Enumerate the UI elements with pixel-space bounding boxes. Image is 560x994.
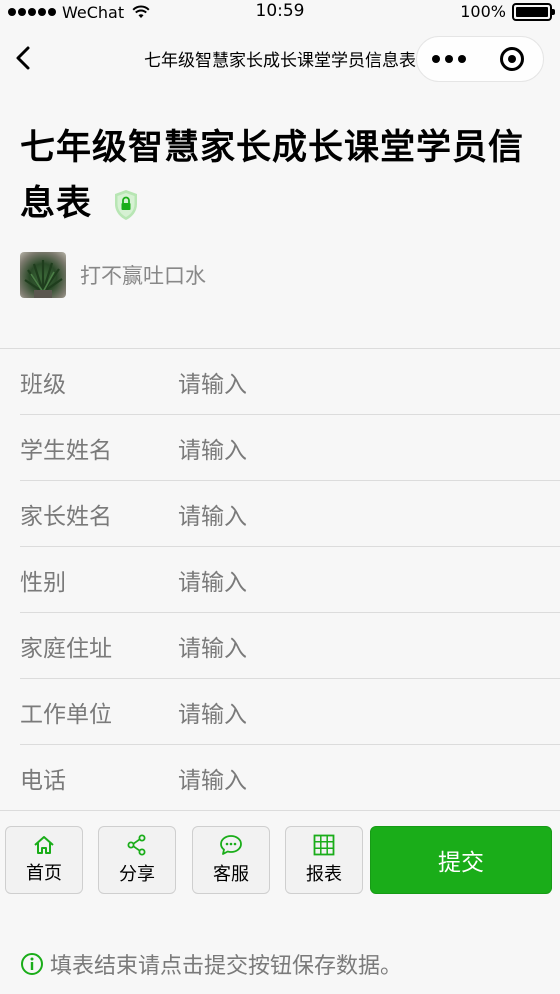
service-label: 客服 — [213, 864, 249, 885]
field-label: 家长姓名 — [20, 503, 112, 530]
battery-percent: 100% — [460, 2, 506, 21]
form-header: 七年级智慧家长成长课堂学员信息表 打不赢吐口水 — [0, 94, 560, 298]
field-gender[interactable]: 性别 请输入 — [20, 547, 560, 613]
field-label: 工作单位 — [20, 701, 112, 728]
home-label: 首页 — [26, 863, 62, 884]
report-button[interactable]: 报表 — [285, 826, 363, 894]
more-options-icon[interactable] — [417, 55, 480, 63]
info-icon — [21, 953, 43, 975]
author-name: 打不赢吐口水 — [80, 264, 206, 288]
field-label: 电话 — [20, 768, 66, 794]
field-class[interactable]: 班级 请输入 — [20, 349, 560, 415]
bottom-toolbar: 首页 分享 客服 报表 提交 — [0, 810, 560, 908]
field-label: 性别 — [20, 569, 66, 596]
work-unit-input[interactable]: 请输入 — [178, 695, 247, 729]
shield-lock-icon — [115, 190, 138, 220]
field-parent-name[interactable]: 家长姓名 请输入 — [20, 481, 560, 547]
share-icon — [127, 834, 146, 856]
submit-button[interactable]: 提交 — [370, 826, 552, 894]
service-button[interactable]: 客服 — [192, 826, 270, 894]
status-bar: WeChat 10:59 100% — [0, 0, 560, 24]
battery-group: 100% — [460, 2, 555, 21]
table-icon — [313, 834, 335, 856]
share-label: 分享 — [119, 864, 155, 885]
field-student-name[interactable]: 学生姓名 请输入 — [20, 415, 560, 481]
notice: 填表结束请点击提交按钮保存数据。 — [20, 948, 402, 980]
home-address-input[interactable]: 请输入 — [178, 629, 247, 663]
share-button[interactable]: 分享 — [98, 826, 176, 894]
class-input[interactable]: 请输入 — [178, 365, 247, 399]
plant-photo — [24, 260, 63, 298]
avatar — [20, 252, 66, 298]
field-phone[interactable]: 电话 请输入 — [20, 745, 560, 811]
parent-name-input[interactable]: 请输入 — [178, 497, 247, 531]
close-target-icon[interactable] — [480, 47, 543, 71]
nav-bar: 七年级智慧家长成长课堂学员信息表 — [0, 24, 560, 94]
field-home-address[interactable]: 家庭住址 请输入 — [20, 613, 560, 679]
home-button[interactable]: 首页 — [5, 826, 83, 894]
chat-icon — [220, 835, 242, 855]
form-title: 七年级智慧家长成长课堂学员信息表 — [20, 128, 525, 224]
mini-program-capsule — [416, 36, 544, 82]
field-label: 学生姓名 — [20, 437, 112, 464]
report-label: 报表 — [306, 864, 342, 885]
battery-icon — [512, 2, 555, 21]
field-work-unit[interactable]: 工作单位 请输入 — [20, 679, 560, 745]
field-label: 班级 — [20, 371, 66, 398]
author-row: 打不赢吐口水 — [20, 252, 540, 298]
field-label: 家庭住址 — [20, 635, 112, 662]
gender-input[interactable]: 请输入 — [178, 563, 247, 597]
home-icon — [34, 836, 54, 854]
phone-input[interactable]: 请输入 — [178, 761, 247, 795]
form-title-block: 七年级智慧家长成长课堂学员信息表 — [20, 120, 540, 232]
form-fields: 班级 请输入 学生姓名 请输入 家长姓名 请输入 性别 请输入 家庭住址 请输入… — [0, 348, 560, 811]
student-name-input[interactable]: 请输入 — [178, 431, 247, 465]
notice-text: 填表结束请点击提交按钮保存数据。 — [50, 954, 403, 979]
